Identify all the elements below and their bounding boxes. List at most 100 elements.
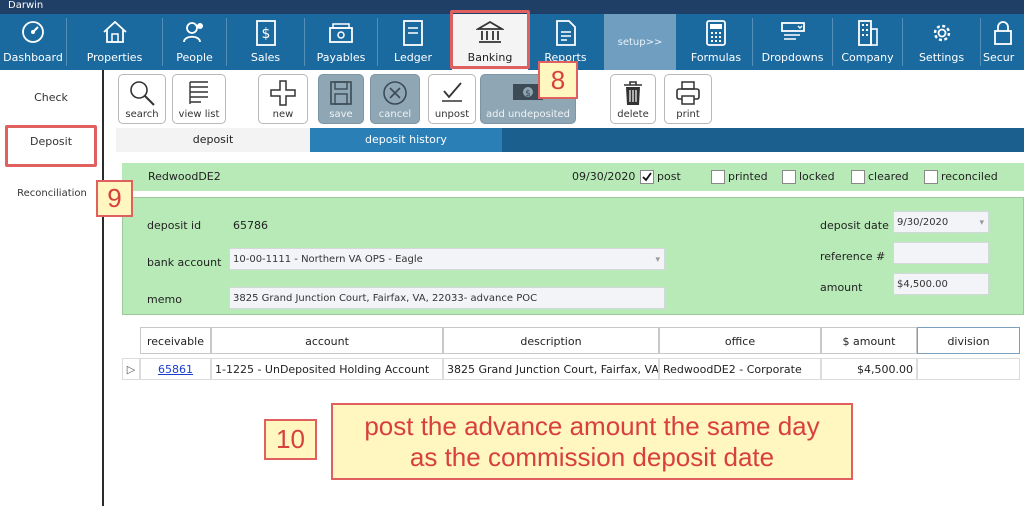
reference-field[interactable] [893, 242, 989, 264]
nav-label: setup>> [617, 37, 663, 48]
nav-sales[interactable]: $ Sales [227, 14, 304, 70]
floppy-icon [330, 81, 352, 105]
column-header[interactable]: receivable [140, 327, 211, 354]
column-header[interactable]: account [211, 327, 443, 354]
nav-settings[interactable]: Settings [903, 14, 980, 70]
deposit-header-date: 09/30/2020 [572, 170, 636, 183]
nav-formulas[interactable]: Formulas [680, 14, 752, 70]
column-header[interactable]: $ amount [821, 327, 917, 354]
sidebar-item-label: Check [34, 91, 68, 104]
sidebar-item-check[interactable]: Check [0, 91, 102, 104]
instruction-note: post the advance amount the same day as … [331, 403, 853, 480]
building-icon [857, 20, 878, 46]
amount-cell[interactable]: $4,500.00 [821, 358, 917, 380]
nav-dashboard[interactable]: Dashboard [0, 14, 66, 70]
svg-text:$: $ [261, 26, 270, 42]
deposit-header: RedwoodDE2 09/30/2020 post printed locke… [122, 163, 1024, 191]
nav-security[interactable]: Secur [981, 14, 1024, 70]
bank-account-select[interactable]: 10-00-1111 - Northern VA OPS - Eagle ▾ [229, 248, 665, 270]
printed-checkbox[interactable] [711, 170, 725, 184]
memo-value: 3825 Grand Junction Court, Fairfax, VA, … [233, 293, 538, 304]
search-button[interactable]: search [118, 74, 166, 124]
cleared-checkbox[interactable] [851, 170, 865, 184]
toolbar-label: save [329, 109, 353, 120]
calculator-icon [706, 20, 726, 46]
memo-field[interactable]: 3825 Grand Junction Court, Fairfax, VA, … [229, 287, 665, 309]
reconciled-checkbox[interactable] [924, 170, 938, 184]
tab-bar: deposit deposit history [116, 128, 1024, 152]
deposit-id-label: deposit id [147, 219, 202, 232]
column-header[interactable]: division [917, 327, 1020, 354]
toolbar-label: print [676, 109, 700, 120]
amount-value: $4,500.00 [897, 279, 948, 290]
delete-button[interactable]: delete [610, 74, 656, 124]
banking-highlight [450, 10, 530, 69]
office-cell[interactable]: RedwoodDE2 - Corporate [659, 358, 821, 380]
people-icon [182, 22, 203, 43]
nav-setup[interactable]: setup>> [604, 14, 676, 70]
deposit-date-field[interactable]: 9/30/2020 ▾ [893, 211, 989, 233]
column-header[interactable]: description [443, 327, 659, 354]
app-window: Darwin Dashboard Properties People $ Sal… [0, 0, 1024, 506]
receivable-link[interactable]: 65861 [140, 358, 211, 380]
sidebar-item-reconciliation[interactable]: Reconciliation [2, 188, 102, 199]
unpost-button[interactable]: unpost [428, 74, 476, 124]
division-cell[interactable] [917, 358, 1020, 380]
new-button[interactable]: new [258, 74, 308, 124]
cancel-button[interactable]: cancel [370, 74, 420, 124]
reconciled-label: reconciled [941, 170, 998, 183]
description-cell[interactable]: 3825 Grand Junction Court, Fairfax, VA..… [443, 358, 659, 380]
amount-field[interactable]: $4,500.00 [893, 273, 989, 295]
trash-icon [624, 81, 642, 105]
post-checkbox[interactable] [640, 170, 654, 184]
callout-8: 8 [538, 61, 578, 99]
toolbar-label: delete [617, 109, 649, 120]
nav-people[interactable]: People [163, 14, 226, 70]
nav-dropdowns[interactable]: Dropdowns [753, 14, 832, 70]
dropdown-icon [780, 22, 805, 40]
account-cell[interactable]: 1-1225 - UnDeposited Holding Account [211, 358, 443, 380]
nav-label: Ledger [394, 51, 432, 64]
locked-checkbox[interactable] [782, 170, 796, 184]
nav-label: Secur [983, 51, 1015, 64]
callout-10: 10 [264, 419, 317, 460]
reference-label: reference # [820, 250, 886, 263]
cash-icon [329, 23, 353, 43]
list-icon [189, 81, 208, 104]
toolbar-label: cancel [378, 109, 412, 120]
deposit-id-value: 65786 [233, 219, 268, 232]
callout-9: 9 [96, 180, 133, 217]
tab-label: deposit [192, 133, 234, 146]
note-line: post the advance amount the same day [364, 411, 820, 441]
nav-label: People [176, 51, 213, 64]
view-list-button[interactable]: view list [172, 74, 226, 124]
dollar-doc-icon: $ [255, 20, 276, 46]
deposit-date-value: 9/30/2020 [897, 217, 949, 228]
deposit-form: deposit id 65786 bank account 10-00-1111… [122, 197, 1024, 315]
entity-name: RedwoodDE2 [148, 170, 221, 183]
print-button[interactable]: print [664, 74, 712, 124]
cancel-circle-icon [383, 81, 407, 105]
search-icon [130, 81, 155, 106]
nav-payables[interactable]: Payables [305, 14, 377, 70]
chevron-down-icon: ▾ [979, 218, 984, 228]
nav-label: Company [841, 51, 894, 64]
ledger-icon [403, 20, 423, 46]
nav-company[interactable]: Company [833, 14, 902, 70]
checkmark-doc-icon [442, 82, 462, 102]
save-button[interactable]: save [318, 74, 364, 124]
row-pointer-icon: ▷ [122, 358, 140, 380]
column-header[interactable]: office [659, 327, 821, 354]
app-title: Darwin [8, 0, 44, 11]
nav-label: Dropdowns [761, 51, 824, 64]
nav-label: Settings [918, 51, 965, 64]
svg-text:$: $ [525, 89, 531, 99]
nav-properties[interactable]: Properties [67, 14, 162, 70]
nav-label: Formulas [690, 51, 742, 64]
nav-ledger[interactable]: Ledger [378, 14, 448, 70]
toolbar-label: new [272, 109, 294, 120]
tab-deposit[interactable]: deposit [116, 128, 310, 152]
post-label: post [657, 170, 681, 183]
nav-label: Payables [316, 51, 366, 64]
tab-deposit-history[interactable]: deposit history [310, 128, 502, 152]
